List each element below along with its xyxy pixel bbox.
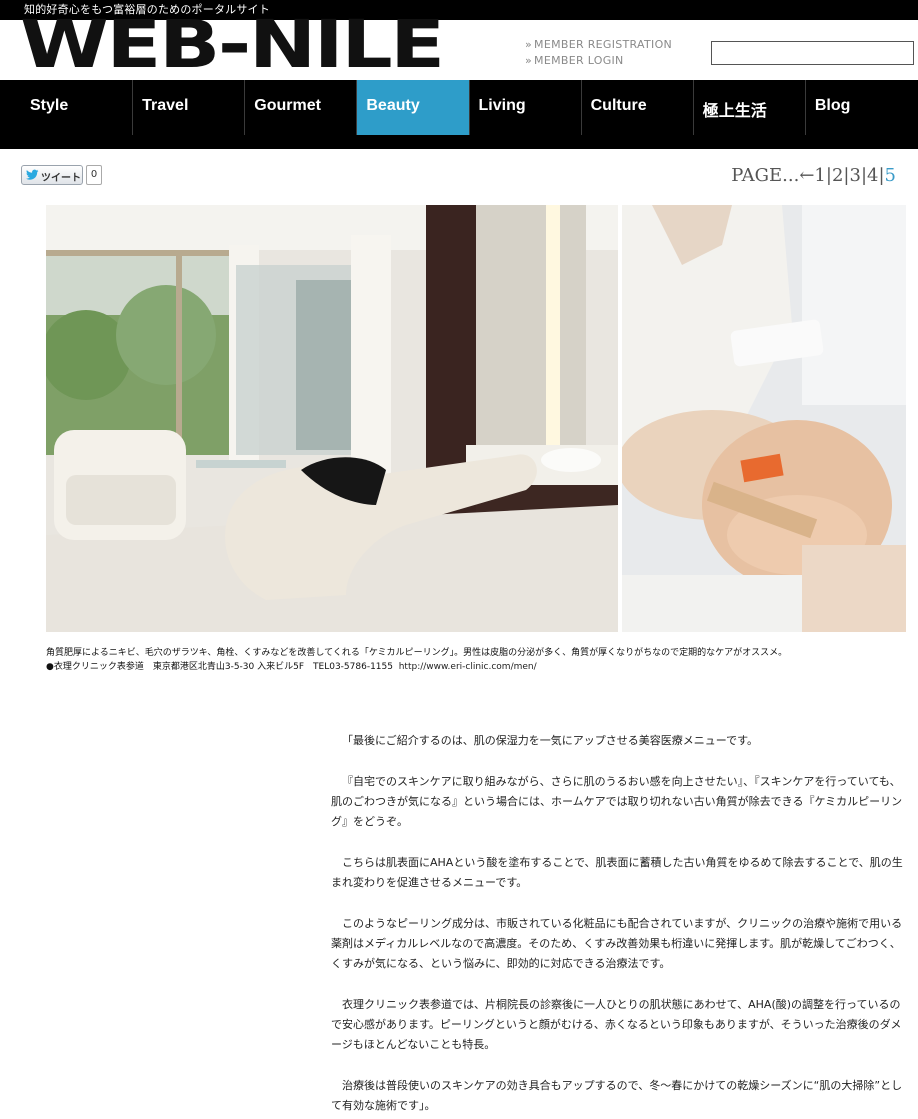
pager-prefix: PAGE...← (731, 165, 815, 186)
caption-line-2: ●衣理クリニック表参道 東京都港区北青山3-5-30 入来ビル5F TEL03-… (46, 660, 787, 674)
page-link-2[interactable]: 2 (832, 165, 843, 186)
article-body: 「最後にご紹介するのは、肌の保湿力を一気にアップさせる美容医療メニューです。 『… (331, 731, 903, 1119)
facial-treatment-photo (622, 205, 906, 632)
nav-item-gourmet[interactable]: Gourmet (245, 80, 358, 135)
main-nav: Style Travel Gourmet Beauty Living Cultu… (0, 80, 918, 149)
nav-item-gokujo-seikatsu[interactable]: 極上生活 (694, 80, 806, 135)
facial-treatment-illustration (622, 205, 906, 632)
search-input[interactable] (711, 41, 914, 65)
member-login-link[interactable]: » MEMBER LOGIN (525, 53, 672, 69)
pagination: PAGE...←1|2|3|4|5 (731, 165, 896, 187)
photo-caption: 角質肥厚によるニキビ、毛穴のザラツキ、角栓、くすみなどを改善してくれる「ケミカル… (46, 646, 787, 674)
article-paragraph: 治療後は普段使いのスキンケアの効き具合もアップするので、冬〜春にかけての乾燥シー… (331, 1079, 903, 1112)
caption-line-1: 角質肥厚によるニキビ、毛穴のザラツキ、角栓、くすみなどを改善してくれる「ケミカル… (46, 648, 788, 658)
nav-item-living[interactable]: Living (470, 80, 582, 135)
site-logo[interactable]: WEB-NILE (20, 12, 445, 78)
caption-clinic-info: ●衣理クリニック表参道 東京都港区北青山3-5-30 入来ビル5F TEL03-… (46, 662, 393, 672)
page-link-4[interactable]: 4 (867, 165, 878, 186)
page-link-1[interactable]: 1 (814, 165, 825, 186)
nav-item-blog[interactable]: Blog (806, 80, 918, 135)
article-paragraph: 「最後にご紹介するのは、肌の保湿力を一気にアップさせる美容医療メニューです。 (342, 734, 759, 747)
nav-item-culture[interactable]: Culture (582, 80, 694, 135)
member-links: » MEMBER REGISTRATION » MEMBER LOGIN (525, 37, 672, 69)
tweet-label: ツイート (41, 173, 81, 184)
chevron-right-icon: » (525, 54, 533, 67)
chevron-right-icon: » (525, 38, 533, 51)
page-link-3[interactable]: 3 (849, 165, 860, 186)
member-registration-link[interactable]: » MEMBER REGISTRATION (525, 37, 672, 53)
twitter-bird-icon (26, 169, 39, 180)
nav-item-travel[interactable]: Travel (133, 80, 246, 135)
nav-item-style[interactable]: Style (21, 80, 134, 135)
clinic-url-link[interactable]: http://www.eri-clinic.com/men/ (399, 662, 537, 672)
page-link-5-current[interactable]: 5 (885, 165, 896, 186)
tweet-count: 0 (86, 165, 102, 185)
article-paragraph: 『自宅でのスキンケアに取り組みながら、さらに肌のうるおい感を向上させたい』、『ス… (331, 775, 903, 828)
article-paragraph: こちらは肌表面にAHAという酸を塗布することで、肌表面に蓄積した古い角質をゆるめ… (331, 856, 903, 889)
tweet-button[interactable]: ツイート (21, 165, 83, 185)
nav-item-beauty[interactable]: Beauty (357, 80, 470, 135)
clinic-interior-photo (46, 205, 618, 632)
article-paragraph: 衣理クリニック表参道では、片桐院長の診察後に一人ひとりの肌状態にあわせて、AHA… (331, 998, 902, 1051)
clinic-interior-illustration (46, 205, 618, 632)
article-paragraph: このようなピーリング成分は、市販されている化粧品にも配合されていますが、クリニッ… (331, 917, 903, 970)
